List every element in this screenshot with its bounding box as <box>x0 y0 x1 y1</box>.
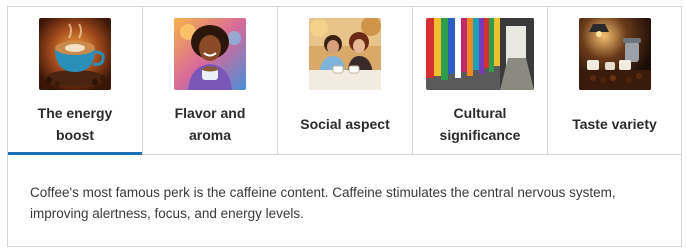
tab-label: The energy boost <box>37 104 113 143</box>
tab-taste-variety[interactable]: Taste variety <box>548 7 681 154</box>
latte-art-cup-image <box>39 18 111 90</box>
tab-social-aspect[interactable]: Social aspect <box>278 7 413 154</box>
tab-label: Flavor and aroma <box>174 104 246 143</box>
tab-widget: The energy boost Flavor and aroma Social… <box>7 6 682 247</box>
tab-flavor-aroma[interactable]: Flavor and aroma <box>143 7 278 154</box>
coffee-varieties-image <box>578 18 651 90</box>
panel-text: Coffee's most famous perk is the caffein… <box>30 185 616 221</box>
woman-with-coffee-image <box>174 18 246 90</box>
tab-cultural-significance[interactable]: Cultural significance <box>413 7 548 154</box>
tab-panel: Coffee's most famous perk is the caffein… <box>8 155 681 246</box>
friends-at-cafe-image <box>309 18 381 90</box>
tab-energy-boost[interactable]: The energy boost <box>8 7 143 155</box>
tab-label: Taste variety <box>572 115 657 132</box>
tab-label: Social aspect <box>300 115 390 132</box>
tab-list: The energy boost Flavor and aroma Social… <box>8 7 681 155</box>
colorful-flags-corridor-image <box>426 18 534 90</box>
tab-label: Cultural significance <box>439 104 521 143</box>
